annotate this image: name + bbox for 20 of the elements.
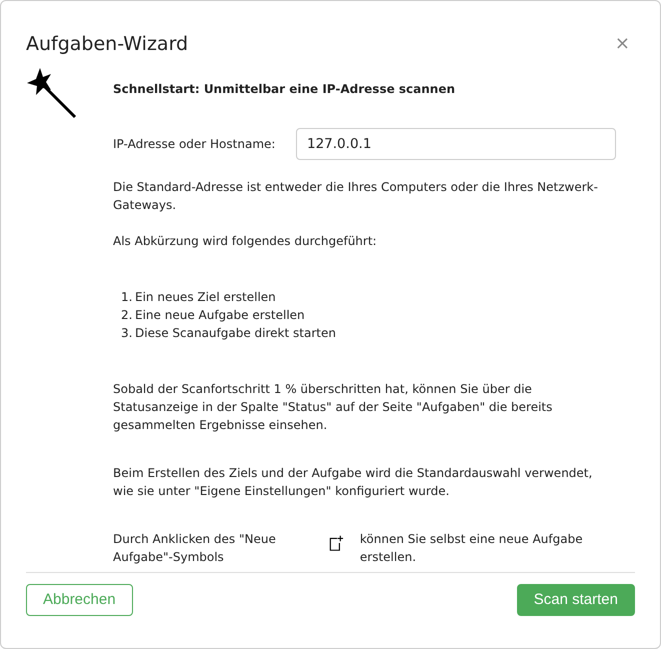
new-task-icon: [329, 534, 344, 552]
list-item: Diese Scanaufgabe direkt starten: [135, 324, 336, 342]
list-item: Ein neues Ziel erstellen: [135, 288, 276, 306]
close-button[interactable]: ×: [614, 35, 630, 54]
list-item: Eine neue Aufgabe erstellen: [135, 306, 305, 324]
ip-address-field[interactable]: 127.0.0.1: [296, 128, 616, 160]
description-text: Die Standard-Adresse ist entweder die Ihres Computers oder die Ihres Netzwerk-Gateways.: [113, 178, 599, 214]
field-label: IP-Adresse oder Hostname:: [113, 136, 276, 153]
description-text: Als Abkürzung wird folgendes durchgeführt:: [113, 232, 378, 250]
scan-button[interactable]: Scan starten: [516, 584, 635, 616]
heading: Schnellstart: Unmittelbar eine IP-Adresse scannen: [113, 80, 456, 98]
list-number: 1.: [121, 288, 134, 306]
description-text: Sobald der Scanfortschritt 1 % überschritten hat, können Sie über die Statusanzeige in der Spalte "Status" auf der Seite "Aufgaben" die bereits gesammelten Ergebnisse einsehen.: [113, 380, 554, 434]
description-text: können Sie selbst eine neue Aufgabe erstellen.: [360, 530, 584, 566]
dialog-title: Aufgaben-Wizard: [26, 33, 188, 56]
cancel-button[interactable]: Abbrechen: [26, 584, 133, 616]
description-text: Durch Anklicken des "Neue Aufgabe"-Symbols: [113, 530, 277, 566]
list-number: 2.: [121, 306, 134, 324]
list-number: 3.: [121, 324, 134, 342]
description-text: Beim Erstellen des Ziels und der Aufgabe wird die Standardauswahl verwendet, wie sie unter "Eigene Einstellungen" konfiguriert wurde.: [113, 464, 594, 500]
